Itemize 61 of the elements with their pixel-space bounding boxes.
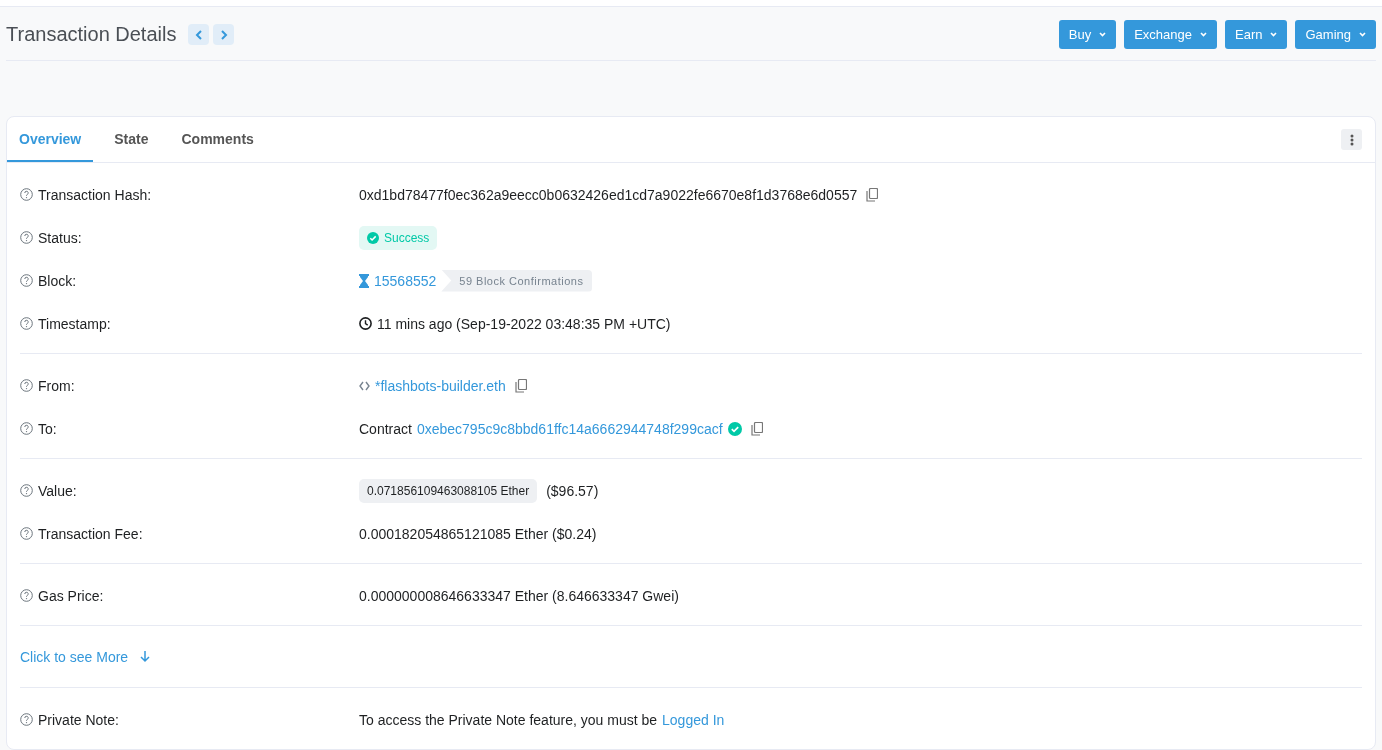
chevron-left-icon xyxy=(194,29,203,40)
more-options-button[interactable] xyxy=(1341,129,1362,150)
field-label: Status: xyxy=(38,229,82,246)
transaction-hash: 0xd1bd78477f0ec362a9eecc0b0632426ed1cd7a9022fe6670e8f1d3768e6d0557 xyxy=(359,186,858,203)
caret-icon xyxy=(1099,32,1107,37)
help-icon xyxy=(20,422,33,435)
clock-icon xyxy=(359,317,372,330)
help-icon xyxy=(20,527,33,540)
dropdown-button[interactable]: Earn xyxy=(1225,20,1288,49)
dropdown-button[interactable]: Buy xyxy=(1058,20,1117,49)
previous-button[interactable] xyxy=(188,24,210,45)
copy-icon[interactable] xyxy=(866,187,879,202)
help-icon xyxy=(20,484,33,497)
dropdown-button[interactable]: Gaming xyxy=(1295,20,1376,49)
field-label: Private Note: xyxy=(38,711,119,728)
login-link[interactable]: Logged In xyxy=(662,711,725,728)
page-title: Transaction Details xyxy=(6,23,177,46)
contract-label: Contract xyxy=(359,420,412,437)
caret-icon xyxy=(1270,32,1278,37)
tab[interactable]: Comments xyxy=(169,117,266,162)
field-label: Transaction Fee: xyxy=(38,525,143,542)
help-icon xyxy=(20,317,33,330)
copy-icon[interactable] xyxy=(514,378,527,393)
field-label: Timestamp: xyxy=(38,315,111,332)
field-label: Gas Price: xyxy=(38,587,104,604)
confirmations-tag: 59 Block Confirmations xyxy=(441,269,593,292)
help-icon xyxy=(20,188,33,201)
tab[interactable]: State xyxy=(102,117,161,162)
field-label: From: xyxy=(38,377,75,394)
chevron-right-icon xyxy=(219,29,228,40)
field-label: To: xyxy=(38,420,57,437)
code-icon xyxy=(359,380,370,391)
caret-icon xyxy=(1359,32,1366,37)
timestamp-text: 11 mins ago (Sep-19-2022 03:48:35 PM +UTC) xyxy=(377,315,671,332)
caret-icon xyxy=(1200,32,1207,37)
usd-value: ($96.57) xyxy=(546,482,599,499)
status-badge: Success xyxy=(359,225,438,250)
tab[interactable]: Overview xyxy=(7,117,94,162)
help-icon xyxy=(20,231,33,244)
help-icon xyxy=(20,589,33,602)
field-value: 0.000000008646633347 Ether (8.646633347 Gwei) xyxy=(359,587,679,604)
field-label: Block: xyxy=(38,272,77,289)
vertical-dots-icon xyxy=(1349,133,1354,146)
down-arrow-icon xyxy=(140,650,151,663)
help-icon xyxy=(20,713,33,726)
contract-address-link[interactable]: 0xebec795c9c8bbd61ffc14a6662944748f299cacf xyxy=(416,420,723,437)
private-note-text: To access the Private Note feature, you must be xyxy=(359,711,658,728)
ether-amount-tag: 0.071856109463088105 Ether xyxy=(359,478,538,503)
block-number-link[interactable]: 15568552 xyxy=(374,272,437,289)
field-value: 0.000182054865121085 Ether ($0.24) xyxy=(359,525,597,542)
field-label: Value: xyxy=(38,482,77,499)
dropdown-button[interactable]: Exchange xyxy=(1124,20,1217,49)
help-icon xyxy=(20,274,33,287)
field-label: Transaction Hash: xyxy=(38,186,152,203)
copy-icon[interactable] xyxy=(750,421,763,436)
verified-check-icon xyxy=(727,421,742,436)
next-button[interactable] xyxy=(213,24,235,45)
address-link[interactable]: *flashbots-builder.eth xyxy=(375,377,506,394)
see-more-link[interactable]: Click to see More xyxy=(20,648,129,665)
help-icon xyxy=(20,379,33,392)
hourglass-icon xyxy=(359,273,369,288)
